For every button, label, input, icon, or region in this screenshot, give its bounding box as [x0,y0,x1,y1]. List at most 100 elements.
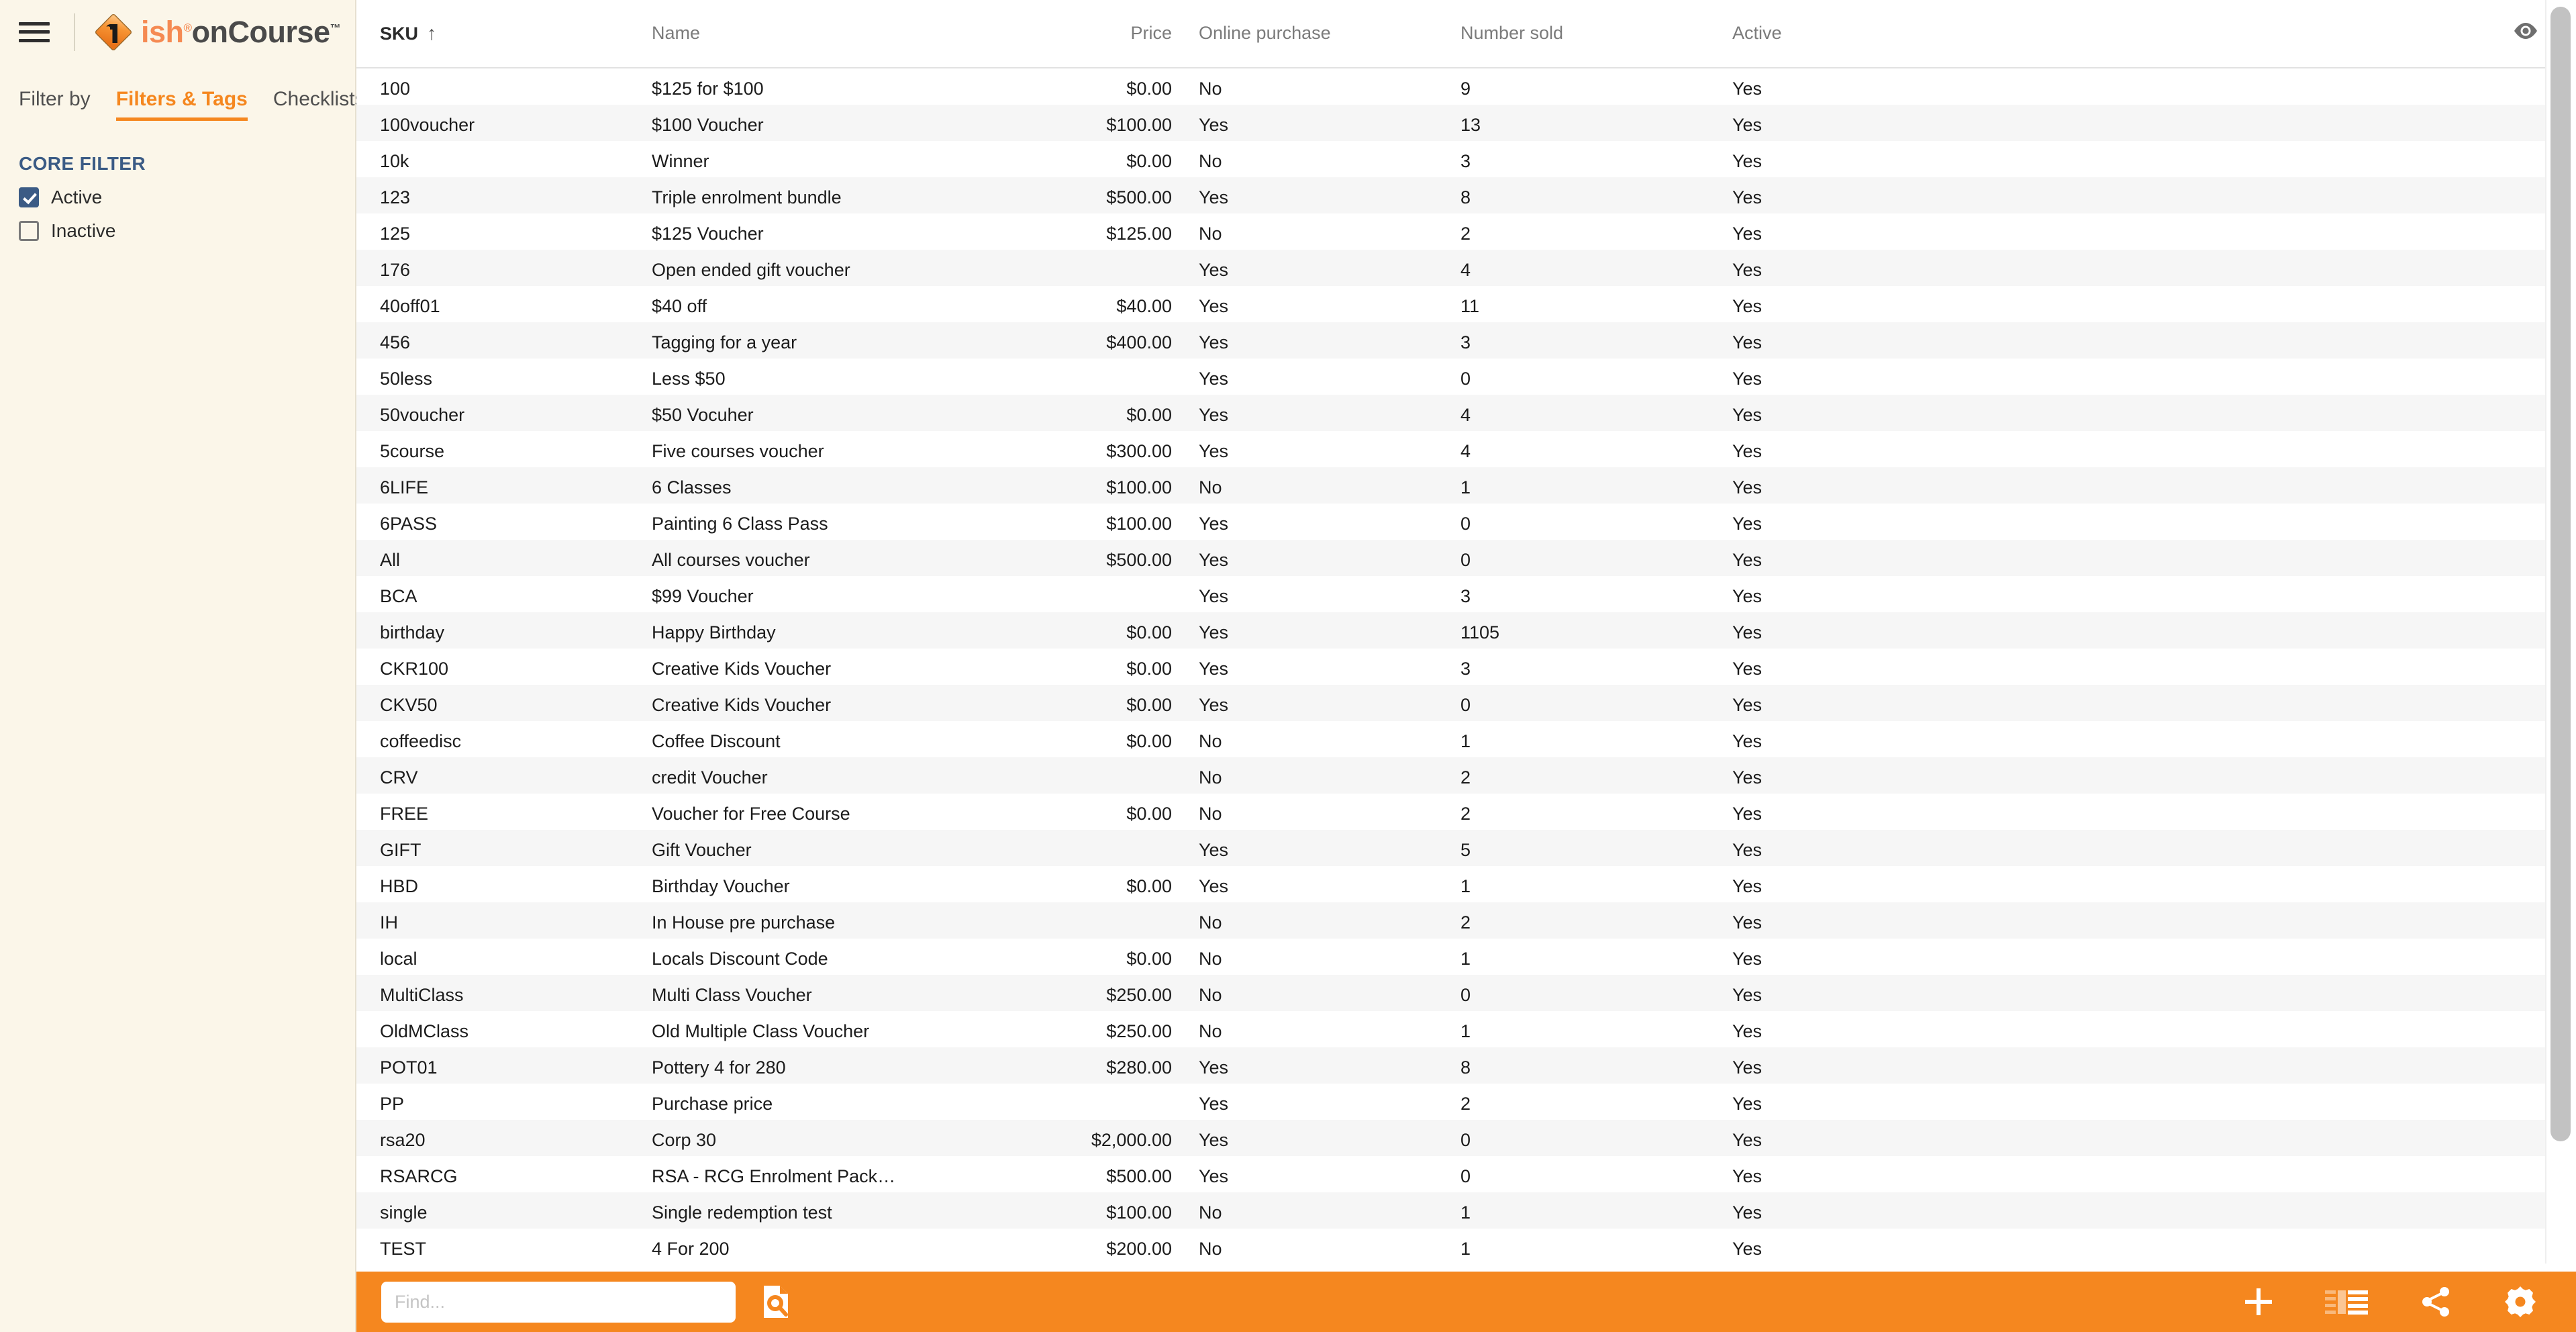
filter-option-inactive[interactable]: Inactive [19,220,355,242]
cell-online-purchase: No [1199,1202,1222,1223]
inactive-checkbox[interactable] [19,221,39,241]
table-row[interactable]: CKV50 Creative Kids Voucher $0.00 Yes 0 Yes [356,685,2576,721]
cell-online-purchase: No [1199,949,1222,969]
table-row[interactable]: MultiClass Multi Class Voucher $250.00 No 0 Y… [356,975,2576,1011]
cell-name: Locals Discount Code [652,949,828,969]
layout-button[interactable] [2325,1288,2368,1315]
column-header-number-sold[interactable]: Number sold [1460,23,1563,44]
vertical-scrollbar[interactable] [2545,0,2576,1264]
column-header-sku[interactable]: SKU ↑ [380,23,437,45]
cell-number-sold: 11 [1460,296,1480,316]
cell-active: Yes [1732,1094,1763,1114]
logo-ish-text: ish [141,15,184,49]
table-row[interactable]: 5course Five courses voucher $300.00 Yes 4 Ye… [356,431,2576,467]
table-row[interactable]: rsa20 Corp 30 $2,000.00 Yes 0 Yes [356,1120,2576,1156]
cell-active: Yes [1732,477,1763,497]
cell-sku: 6LIFE [380,477,429,497]
cell-sku: RSARCG [380,1166,458,1186]
tab-checklists[interactable]: Checklists [273,88,365,121]
hamburger-menu-icon[interactable] [19,19,50,45]
scrollbar-thumb[interactable] [2550,7,2571,1141]
share-button[interactable] [2421,1286,2452,1317]
tab-filter-by[interactable]: Filter by [19,88,91,121]
search-input[interactable] [381,1281,736,1323]
settings-button[interactable] [2505,1286,2536,1317]
table-body[interactable]: 100 $125 for $100 $0.00 No 9 Yes 100voucher $10… [356,68,2576,1332]
column-header-name[interactable]: Name [652,23,700,44]
cell-name: Less $50 [652,369,726,389]
cell-sku: POT01 [380,1057,438,1078]
table-row[interactable]: 6PASS Painting 6 Class Pass $100.00 Yes 0 Yes [356,504,2576,540]
table-row[interactable]: TEST 4 For 200 $200.00 No 1 Yes [356,1229,2576,1265]
cell-active: Yes [1732,586,1763,606]
table-row[interactable]: 10k Winner $0.00 No 3 Yes [356,141,2576,177]
table-row[interactable]: 100voucher $100 Voucher $100.00 Yes 13 Yes [356,105,2576,141]
tab-filters-and-tags[interactable]: Filters & Tags [115,88,248,121]
cell-number-sold: 13 [1460,115,1481,135]
cell-sku: local [380,949,417,969]
table-row[interactable]: GIFT Gift Voucher Yes 5 Yes [356,830,2576,866]
column-header-active[interactable]: Active [1732,23,1782,44]
cell-active: Yes [1732,1239,1763,1259]
table-row[interactable]: 125 $125 Voucher $125.00 No 2 Yes [356,213,2576,250]
table-row[interactable]: 456 Tagging for a year $400.00 Yes 3 Yes [356,322,2576,359]
table-row[interactable]: coffeedisc Coffee Discount $0.00 No 1 Yes [356,721,2576,757]
cell-price: $500.00 [1106,550,1172,570]
eye-icon[interactable] [2513,22,2538,43]
table-row[interactable]: local Locals Discount Code $0.00 No 1 Yes [356,939,2576,975]
table-row[interactable]: 50less Less $50 Yes 0 Yes [356,359,2576,395]
cell-active: Yes [1732,876,1763,896]
oncourse-logo[interactable]: ish®onCourse™ [94,13,341,52]
cell-sku: IH [380,912,398,933]
cell-active: Yes [1732,296,1763,316]
table-row[interactable]: BCA $99 Voucher Yes 3 Yes [356,576,2576,612]
table-row[interactable]: birthday Happy Birthday $0.00 Yes 1105 Yes [356,612,2576,649]
table-row[interactable]: FREE Voucher for Free Course $0.00 No 2 Yes [356,794,2576,830]
cell-name: 4 For 200 [652,1239,730,1259]
table-row[interactable]: CRV credit Voucher No 2 Yes [356,757,2576,794]
plus-icon [2245,1288,2272,1315]
cell-active: Yes [1732,332,1763,352]
add-button[interactable] [2245,1288,2272,1315]
cell-sku: 50less [380,369,433,389]
cell-price: $0.00 [1126,876,1172,896]
cell-sku: 125 [380,224,411,244]
table-row[interactable]: 40off01 $40 off $40.00 Yes 11 Yes [356,286,2576,322]
table-row[interactable]: PP Purchase price Yes 2 Yes [356,1084,2576,1120]
table-row[interactable]: 50voucher $50 Vocuher $0.00 Yes 4 Yes [356,395,2576,431]
cell-online-purchase: Yes [1199,1130,1229,1150]
cell-sku: coffeedisc [380,731,462,751]
table-row[interactable]: IH In House pre purchase No 2 Yes [356,902,2576,939]
document-search-icon[interactable] [761,1284,791,1319]
cell-online-purchase: Yes [1199,260,1229,280]
column-header-online-purchase[interactable]: Online purchase [1199,23,1331,44]
table-row[interactable]: RSARCG RSA - RCG Enrolment Pack… $500.00 Ye… [356,1156,2576,1192]
filter-tabs: Filter by Filters & Tags Checklists [0,64,365,121]
bottom-toolbar [356,1272,2576,1332]
cell-number-sold: 5 [1460,840,1471,860]
table-row[interactable]: All All courses voucher $500.00 Yes 0 Yes [356,540,2576,576]
cell-online-purchase: No [1199,912,1222,933]
table-row[interactable]: 123 Triple enrolment bundle $500.00 Yes 8 Yes [356,177,2576,213]
table-row[interactable]: 6LIFE 6 Classes $100.00 No 1 Yes [356,467,2576,504]
active-checkbox[interactable] [19,187,39,207]
cell-active: Yes [1732,695,1763,715]
table-row[interactable]: POT01 Pottery 4 for 280 $280.00 Yes 8 Yes [356,1047,2576,1084]
cell-name: Single redemption test [652,1202,832,1223]
filter-option-active[interactable]: Active [19,187,355,208]
column-header-price[interactable]: Price [960,23,1172,44]
table-row[interactable]: 100 $125 for $100 $0.00 No 9 Yes [356,68,2576,105]
table-row[interactable]: 176 Open ended gift voucher Yes 4 Yes [356,250,2576,286]
cell-number-sold: 4 [1460,405,1471,425]
cell-online-purchase: No [1199,985,1222,1005]
cell-name: Triple enrolment bundle [652,187,842,207]
cell-active: Yes [1732,622,1763,643]
cell-number-sold: 8 [1460,187,1471,207]
cell-number-sold: 4 [1460,441,1471,461]
table-row[interactable]: OldMClass Old Multiple Class Voucher $250.… [356,1011,2576,1047]
table-row[interactable]: single Single redemption test $100.00 No 1 Ye… [356,1192,2576,1229]
table-row[interactable]: HBD Birthday Voucher $0.00 Yes 1 Yes [356,866,2576,902]
cell-price: $200.00 [1106,1239,1172,1259]
table-row[interactable]: CKR100 Creative Kids Voucher $0.00 Yes 3 Yes [356,649,2576,685]
cell-sku: BCA [380,586,417,606]
